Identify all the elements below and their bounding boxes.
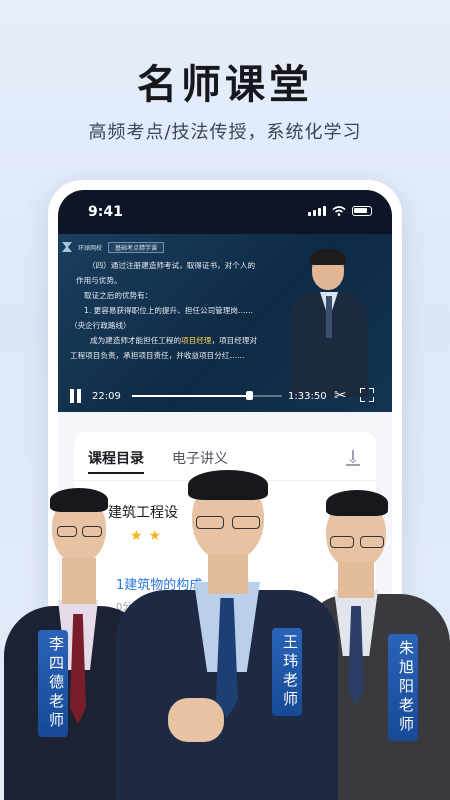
tab-lecture-notes[interactable]: 电子讲义 [172,448,228,468]
wifi-icon [332,206,346,216]
hero-subtitle: 高频考点/技法传授，系统化学习 [88,122,362,143]
tab-course-catalog[interactable]: 课程目录 [88,448,144,468]
status-bar: 9:41 [58,190,392,234]
download-icon[interactable] [346,450,360,466]
teacher-name-tag: 王玮老师 [272,628,302,716]
slide-line: 取证之后的优势有： [84,291,153,300]
status-time: 9:41 [88,204,123,220]
teacher-wang [112,470,342,800]
status-icons [308,206,372,216]
video-teacher-figure [290,249,368,398]
video-course-tag: 基础考点精学课 [108,241,165,253]
video-player[interactable]: 环球网校 基础考点精学课 （四）通过注册建造师考试，取得证书，对个人的 作用与优… [58,234,392,412]
slide-highlight: 项目经理 [181,336,212,345]
progress-fill [132,395,249,397]
scissors-icon[interactable]: ✂ [334,386,347,404]
slide-line: 1. 更容易获得职位上的提升、担任公司管理岗…… [84,306,254,315]
total-time: 1:33:50 [288,391,327,402]
brand-logo-icon [62,242,72,252]
video-brand: 环球网校 [78,244,103,252]
slide-text: ，项目经理对 [211,336,258,345]
course-tabs: 课程目录 电子讲义 [88,448,362,474]
current-time: 22:09 [92,391,121,402]
hero-title: 名师课堂 [137,62,313,108]
slide-line: 工程项目负责，承担项目责任，并收益项目分红…… [70,351,245,360]
fullscreen-icon[interactable] [360,388,374,402]
teacher-name-tag: 朱旭阳老师 [388,634,418,741]
progress-track[interactable] [132,391,282,400]
video-slide-text: （四）通过注册建造师考试，取得证书，对个人的 作用与优势。 取证之后的优势有： … [70,258,290,363]
progress-knob[interactable] [245,391,253,400]
video-header: 环球网校 基础考点精学课 [58,240,165,254]
slide-text: 成为建造师才能担任工程的 [90,336,182,345]
pause-icon[interactable] [70,389,84,403]
signal-icon [308,206,326,216]
slide-line: （央企行政路线） [70,321,131,330]
slide-line: （四）通过注册建造师考试，取得证书，对个人的 [88,261,256,270]
slide-line: 作用与优势。 [76,276,122,285]
video-controls: 22:09 1:33:50 ✂ [58,384,392,412]
battery-icon [352,206,372,216]
slide-line: 成为建造师才能担任工程的项目经理，项目经理对 [70,333,290,348]
teacher-name-tag: 李四德老师 [38,630,68,737]
